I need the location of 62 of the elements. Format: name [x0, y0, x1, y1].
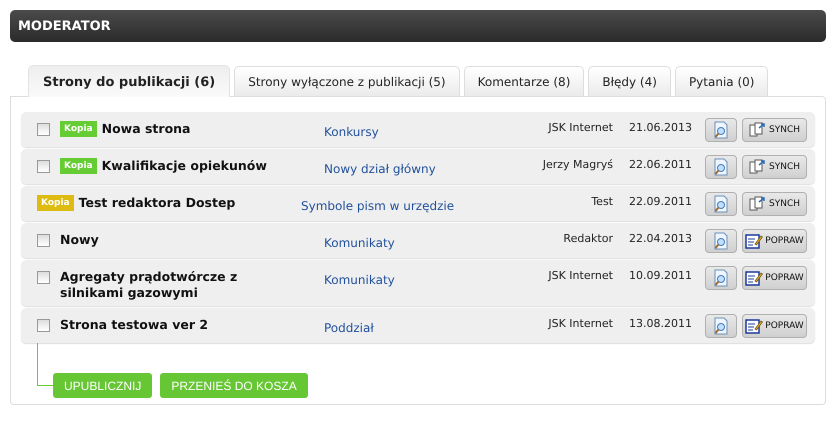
sync-button[interactable]: SYNCH [742, 192, 807, 216]
document-magnifier-icon [713, 158, 729, 176]
copy-badge: Kopia [37, 195, 74, 211]
documents-arrow-icon [749, 159, 767, 175]
author-name: Redaktor [562, 231, 613, 245]
edit-button[interactable]: POPRAW [742, 266, 807, 290]
page-title: Kwalifikacje opiekunów [102, 157, 267, 174]
author-name: JSK Internet [546, 120, 613, 134]
page-title: Test redaktora Dostep [78, 194, 236, 211]
document-magnifier-icon [713, 232, 729, 250]
preview-button[interactable] [705, 229, 737, 253]
tab[interactable]: Komentarze (8) [464, 66, 584, 96]
author-name: Jerzy Magryś [541, 157, 613, 171]
category-link[interactable]: Symbole pism w urzędzie [301, 199, 454, 213]
author-name: JSK Internet [546, 268, 613, 282]
tab[interactable]: Błędy (4) [588, 66, 671, 96]
tab[interactable]: Strony do publikacji (6) [28, 65, 230, 97]
date-text: 22.09.2011 [629, 194, 693, 208]
row-checkbox[interactable] [37, 319, 50, 332]
category-link[interactable]: Komunikaty [324, 273, 395, 287]
page-title: Strona testowa ver 2 [60, 316, 208, 333]
form-pencil-icon [745, 270, 764, 286]
row-checkbox[interactable] [37, 234, 50, 247]
row-checkbox[interactable] [37, 271, 50, 284]
tab[interactable]: Strony wyłączone z publikacji (5) [234, 66, 460, 96]
date-text: 22.04.2013 [629, 231, 693, 245]
category-link[interactable]: Konkursy [324, 125, 379, 139]
date-text: 21.06.2013 [629, 120, 693, 134]
sync-button[interactable]: SYNCH [742, 118, 807, 142]
edit-button[interactable]: POPRAW [742, 314, 807, 338]
edit-button[interactable]: POPRAW [742, 229, 807, 253]
preview-button[interactable] [705, 155, 737, 179]
page-title: Agregaty prądotwórcze z silnikami gazowymi [60, 268, 238, 301]
sync-button[interactable]: SYNCH [742, 155, 807, 179]
form-pencil-icon [745, 318, 764, 334]
row-checkbox[interactable] [37, 123, 50, 136]
document-magnifier-icon [713, 317, 729, 335]
author-name: JSK Internet [546, 316, 613, 330]
row-checkbox[interactable] [37, 160, 50, 173]
documents-arrow-icon [749, 122, 767, 138]
tab[interactable]: Pytania (0) [674, 66, 768, 96]
header-title: MODERATOR [18, 18, 111, 34]
preview-button[interactable] [705, 118, 737, 142]
document-magnifier-icon [713, 269, 729, 287]
copy-badge: Kopia [60, 121, 97, 137]
preview-button[interactable] [705, 314, 737, 338]
form-pencil-icon [745, 233, 764, 249]
date-text: 22.06.2011 [629, 157, 693, 171]
date-text: 13.08.2011 [629, 316, 693, 330]
document-magnifier-icon [713, 121, 729, 139]
document-magnifier-icon [713, 195, 729, 213]
author-name: Test [590, 194, 613, 208]
date-text: 10.09.2011 [629, 268, 693, 282]
category-link[interactable]: Komunikaty [324, 236, 395, 250]
preview-button[interactable] [705, 266, 737, 290]
page-title: Nowa strona [102, 120, 190, 137]
category-link[interactable]: Nowy dział główny [324, 162, 436, 176]
page-title: Nowy [60, 231, 99, 248]
category-link[interactable]: Poddział [324, 321, 374, 335]
documents-arrow-icon [749, 196, 767, 212]
copy-badge: Kopia [60, 158, 97, 174]
preview-button[interactable] [705, 192, 737, 216]
